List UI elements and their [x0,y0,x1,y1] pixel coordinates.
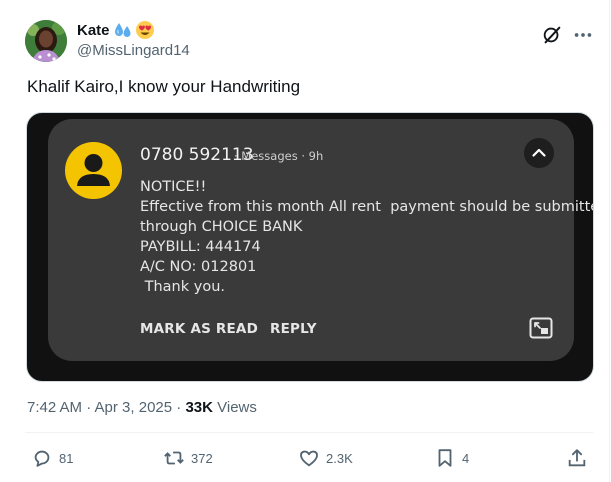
like-count: 2.3K [326,450,353,466]
message-line: Thank you. [140,279,225,295]
bookmark-icon [438,449,452,467]
mark-as-read-action: MARK AS READ [140,321,258,337]
like-icon [300,450,318,467]
picture-in-picture-icon [529,317,553,339]
bookmark-button[interactable]: 4 [434,446,469,470]
reply-action: REPLY [270,321,317,337]
share-icon [568,449,586,467]
bookmark-count: 4 [462,450,470,466]
tweet-media-image[interactable]: 0780 592113 · Messages · 9h NOTICE!! Eff… [26,112,594,382]
tweet-timestamp[interactable]: 7:42 AM · Apr 3, 2025 · 33K Views [27,399,257,416]
more-icon[interactable] [572,24,594,46]
contact-avatar [65,142,122,199]
message-body: NOTICE!! Effective from this month All r… [140,177,594,297]
message-line: NOTICE!! [140,179,207,195]
sweat-droplets-emoji [115,23,131,37]
repost-count: 372 [191,450,213,466]
tweet-text: Khalif Kairo,I know your Handwriting [27,77,301,96]
sms-notification-card: 0780 592113 · Messages · 9h NOTICE!! Eff… [48,119,594,361]
avatar[interactable] [25,20,67,62]
reply-icon [34,450,50,467]
message-line: PAYBILL: 444174 [140,239,261,255]
grok-icon[interactable] [541,24,563,46]
message-line: A/C NO: 012801 [140,259,257,275]
tweet-card: Kate @MissLingard14 Khalif Kairo,I know … [0,0,611,482]
time-date[interactable]: 7:42 AM · Apr 3, 2025 · [27,399,185,416]
repost-button[interactable]: 372 [163,446,213,470]
display-name[interactable]: Kate [77,22,110,39]
views-count: 33K [185,399,213,416]
views-label: Views [212,399,257,416]
share-button[interactable] [566,446,588,470]
reply-count: 81 [59,450,74,466]
reply-button[interactable]: 81 [31,446,73,470]
collapse-button [524,138,554,168]
name-emojis [113,20,155,40]
column-divider [609,0,610,482]
divider [25,432,593,433]
chevron-up-icon [532,148,546,157]
notification-meta: · Messages · 9h [234,149,324,163]
repost-icon [164,451,184,465]
message-line: Effective from this month All rent payme… [140,199,594,215]
user-handle[interactable]: @MissLingard14 [77,42,190,59]
heart-eyes-emoji [136,21,154,39]
message-line: through CHOICE BANK [140,219,303,235]
like-button[interactable]: 2.3K [298,446,353,470]
